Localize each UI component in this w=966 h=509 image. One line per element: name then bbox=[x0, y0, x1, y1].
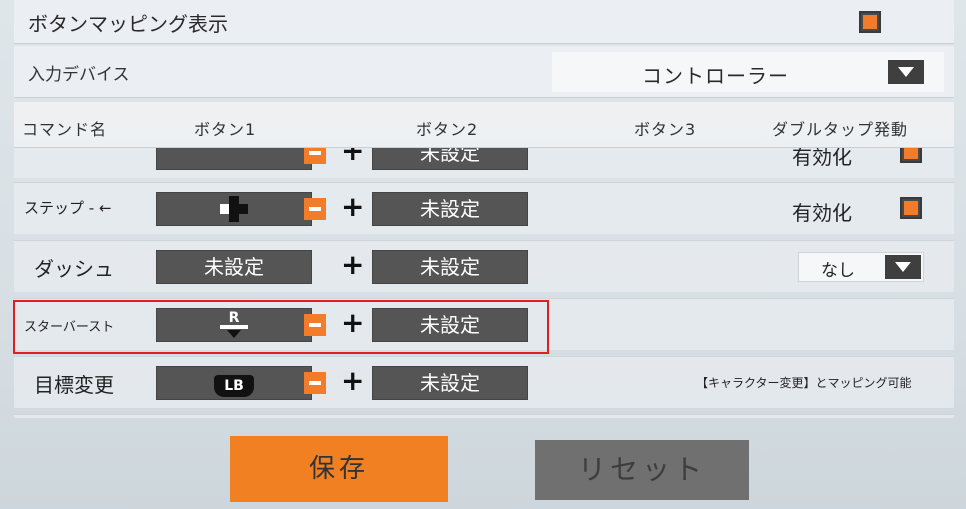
header-button2: ボタン2 bbox=[416, 120, 479, 139]
header-double-tap: ダブルタップ発動 bbox=[772, 120, 909, 139]
double-tap-label: 有効化 bbox=[792, 201, 852, 225]
command-name: ダッシュ bbox=[34, 257, 114, 281]
plus-icon: + bbox=[341, 364, 365, 397]
mapping-note: 【キャラクター変更】とマッピング可能 bbox=[696, 376, 912, 390]
button2-slot[interactable]: 未設定 bbox=[372, 148, 528, 170]
button1-slot[interactable] bbox=[156, 148, 312, 170]
remove-button[interactable] bbox=[304, 148, 326, 164]
reset-button[interactable]: リセット bbox=[535, 440, 749, 500]
input-device-dropdown[interactable]: コントローラー bbox=[552, 52, 944, 92]
checkbox-fill bbox=[863, 15, 877, 29]
button1-slot[interactable]: 未設定 bbox=[156, 250, 312, 284]
chevron-down-icon[interactable] bbox=[885, 255, 921, 279]
button-mapping-checkbox[interactable] bbox=[859, 11, 881, 33]
table-row: 目標変更 LB + 未設定 【キャラクター変更】とマッピング可能 bbox=[14, 356, 954, 408]
command-list[interactable]: + 未設定 有効化 ステップ - ← + 未設定 有効化 ダッシュ 未設定 + … bbox=[14, 148, 954, 418]
input-device-value: コントローラー bbox=[642, 64, 789, 88]
button1-slot[interactable] bbox=[156, 192, 312, 226]
input-device-row: 入力デバイス コントローラー bbox=[14, 46, 954, 98]
plus-icon: + bbox=[341, 248, 365, 281]
double-tap-label: 有効化 bbox=[792, 148, 852, 169]
command-name: 目標変更 bbox=[34, 373, 114, 397]
double-tap-value: なし bbox=[821, 261, 855, 281]
double-tap-checkbox[interactable] bbox=[900, 197, 922, 219]
plus-icon: + bbox=[341, 148, 365, 167]
command-name: ステップ - ← bbox=[24, 199, 112, 217]
table-row: ステップ - ← + 未設定 有効化 bbox=[14, 182, 954, 234]
remove-button[interactable] bbox=[304, 372, 326, 394]
dpad-left-icon bbox=[220, 196, 248, 222]
header-command: コマンド名 bbox=[22, 120, 108, 139]
button1-slot[interactable]: LB bbox=[156, 366, 312, 400]
button2-slot[interactable]: 未設定 bbox=[372, 250, 528, 284]
remove-button[interactable] bbox=[304, 198, 326, 220]
button-mapping-label: ボタンマッピング表示 bbox=[28, 12, 228, 36]
chevron-down-icon[interactable] bbox=[888, 60, 924, 84]
table-header: コマンド名 ボタン1 ボタン2 ボタン3 ダブルタップ発動 bbox=[14, 102, 954, 148]
double-tap-dropdown[interactable]: なし bbox=[798, 252, 924, 282]
save-button[interactable]: 保存 bbox=[230, 436, 448, 502]
input-device-label: 入力デバイス bbox=[28, 65, 130, 85]
button-mapping-row: ボタンマッピング表示 bbox=[14, 0, 954, 44]
checkbox-fill bbox=[904, 201, 918, 215]
lb-button-icon: LB bbox=[214, 375, 254, 397]
button2-slot[interactable]: 未設定 bbox=[372, 366, 528, 400]
double-tap-checkbox[interactable] bbox=[900, 148, 922, 163]
table-row bbox=[14, 414, 954, 418]
highlight-box bbox=[13, 300, 549, 354]
table-row: + 未設定 有効化 bbox=[14, 148, 954, 178]
plus-icon: + bbox=[341, 190, 365, 223]
header-button1: ボタン1 bbox=[194, 120, 257, 139]
header-button3: ボタン3 bbox=[634, 120, 697, 139]
button2-slot[interactable]: 未設定 bbox=[372, 192, 528, 226]
table-row: ダッシュ 未設定 + 未設定 なし bbox=[14, 240, 954, 292]
checkbox-fill bbox=[904, 148, 918, 159]
